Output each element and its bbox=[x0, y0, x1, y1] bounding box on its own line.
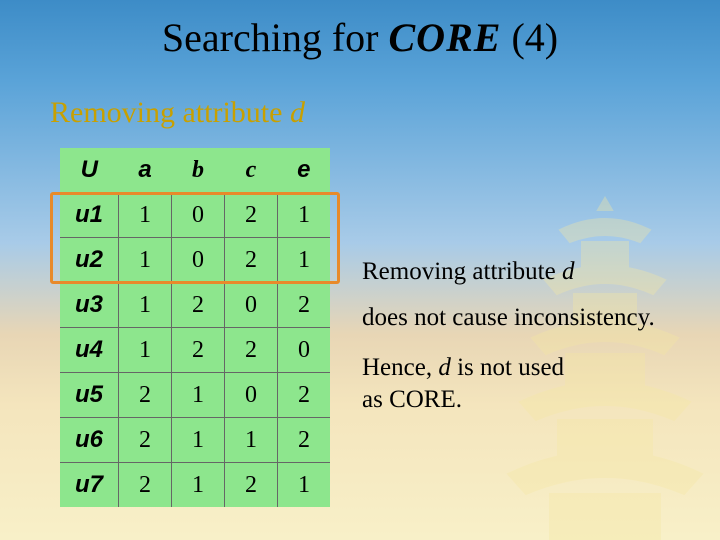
cell: 2 bbox=[172, 328, 225, 373]
cell: 1 bbox=[278, 238, 331, 283]
body-line-1-pre: Removing attribute bbox=[362, 258, 562, 285]
cell: 2 bbox=[225, 328, 278, 373]
row-label: u6 bbox=[60, 418, 119, 463]
body-line-3-post: is not used bbox=[451, 354, 564, 381]
row-label: u5 bbox=[60, 373, 119, 418]
col-a: a bbox=[119, 148, 172, 193]
cell: 1 bbox=[278, 193, 331, 238]
subtitle-var: d bbox=[290, 96, 305, 129]
title-core: CORE bbox=[389, 15, 502, 60]
cell: 2 bbox=[225, 463, 278, 508]
cell: 1 bbox=[119, 238, 172, 283]
body-line-1-var: d bbox=[562, 258, 575, 285]
row-label: u4 bbox=[60, 328, 119, 373]
title-post: (4) bbox=[501, 15, 558, 60]
cell: 0 bbox=[225, 283, 278, 328]
cell: 1 bbox=[119, 193, 172, 238]
table-row: u1 1 0 2 1 bbox=[60, 193, 330, 238]
body-line-1: Removing attribute d bbox=[362, 256, 574, 287]
cell: 1 bbox=[119, 328, 172, 373]
cell: 1 bbox=[172, 418, 225, 463]
table-row: u7 2 1 2 1 bbox=[60, 463, 330, 508]
row-label: u3 bbox=[60, 283, 119, 328]
subtitle-text: Removing attribute bbox=[50, 96, 290, 129]
slide: Searching for CORE (4) Removing attribut… bbox=[0, 0, 720, 540]
slide-title: Searching for CORE (4) bbox=[0, 14, 720, 61]
header-row: U a b c e bbox=[60, 148, 330, 193]
cell: 2 bbox=[278, 418, 331, 463]
cell: 1 bbox=[172, 373, 225, 418]
table-row: u6 2 1 1 2 bbox=[60, 418, 330, 463]
body-line-3-pre: Hence, bbox=[362, 354, 438, 381]
cell: 0 bbox=[225, 373, 278, 418]
cell: 2 bbox=[278, 373, 331, 418]
cell: 1 bbox=[119, 283, 172, 328]
col-U: U bbox=[60, 148, 119, 193]
row-label: u1 bbox=[60, 193, 119, 238]
cell: 1 bbox=[172, 463, 225, 508]
col-e: e bbox=[278, 148, 331, 193]
body-line-4: as CORE. bbox=[362, 384, 462, 415]
cell: 0 bbox=[172, 193, 225, 238]
cell: 0 bbox=[172, 238, 225, 283]
body-line-3-var: d bbox=[438, 354, 451, 381]
cell: 2 bbox=[119, 418, 172, 463]
table-row: u5 2 1 0 2 bbox=[60, 373, 330, 418]
cell: 2 bbox=[119, 463, 172, 508]
cell: 1 bbox=[278, 463, 331, 508]
title-pre: Searching for bbox=[162, 15, 389, 60]
cell: 2 bbox=[172, 283, 225, 328]
col-c: c bbox=[225, 148, 278, 193]
row-label: u7 bbox=[60, 463, 119, 508]
cell: 0 bbox=[278, 328, 331, 373]
data-table: U a b c e u1 1 0 2 1 u2 1 0 2 1 u3 bbox=[60, 148, 330, 507]
table-row: u3 1 2 0 2 bbox=[60, 283, 330, 328]
body-line-2: does not cause inconsistency. bbox=[362, 302, 655, 333]
row-label: u2 bbox=[60, 238, 119, 283]
table-row: u4 1 2 2 0 bbox=[60, 328, 330, 373]
subtitle: Removing attribute d bbox=[50, 96, 305, 130]
cell: 2 bbox=[225, 193, 278, 238]
cell: 1 bbox=[225, 418, 278, 463]
cell: 2 bbox=[225, 238, 278, 283]
col-b: b bbox=[172, 148, 225, 193]
cell: 2 bbox=[278, 283, 331, 328]
cell: 2 bbox=[119, 373, 172, 418]
data-table-wrap: U a b c e u1 1 0 2 1 u2 1 0 2 1 u3 bbox=[60, 148, 330, 507]
body-line-3: Hence, d is not used bbox=[362, 352, 564, 383]
table-row: u2 1 0 2 1 bbox=[60, 238, 330, 283]
